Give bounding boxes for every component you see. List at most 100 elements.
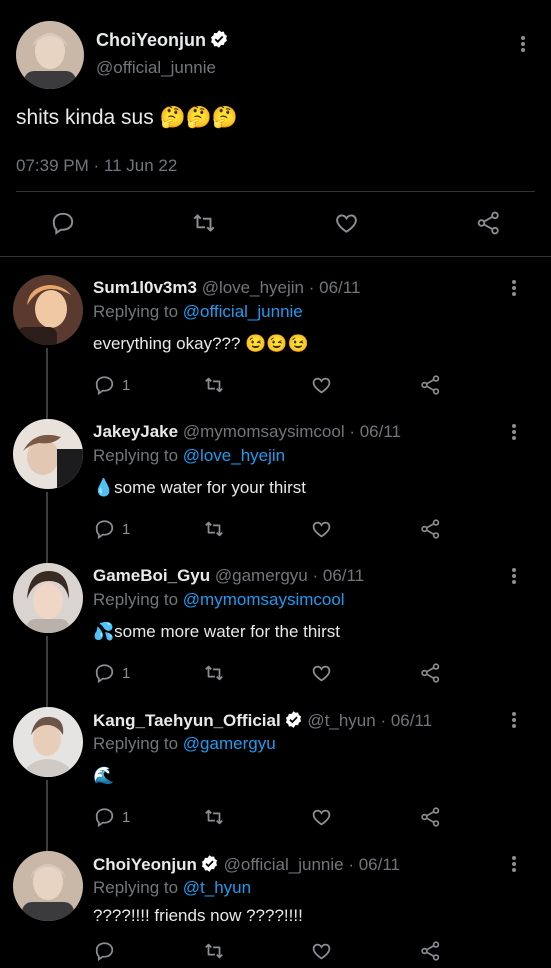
share-button[interactable] [419,806,442,828]
author-name[interactable]: Kang_Taehyun_Official [93,711,281,730]
reply-button[interactable]: 1 [93,806,130,828]
author-handle[interactable]: @gamergyu [215,566,308,585]
author-name[interactable]: ChoiYeonjun [93,855,197,874]
reply-date: · 06/11 [312,566,365,585]
like-icon [312,377,331,394]
reply-button[interactable] [93,940,122,962]
reply-count: 1 [122,664,131,682]
more-options-button[interactable] [506,278,522,298]
avatar[interactable] [13,851,83,921]
share-button[interactable] [419,374,442,396]
author-name[interactable]: JakeyJake [93,422,178,441]
author-name[interactable]: ChoiYeonjun [96,29,229,54]
like-button[interactable] [310,940,333,962]
replying-label: Replying to [93,878,179,897]
author-handle[interactable]: @official_junnie [96,58,216,78]
retweet-button[interactable] [202,662,226,684]
reply-action-bar: 1 [0,806,551,834]
main-action-bar [0,210,551,238]
retweet-icon [193,214,215,232]
avatar[interactable] [13,275,83,345]
avatar[interactable] [13,707,83,777]
like-button[interactable] [310,662,333,684]
like-button[interactable] [310,518,333,540]
reply-header: ChoiYeonjun @official_junnie · 06/11 [93,854,400,878]
reply-button[interactable] [50,210,76,236]
reply-button[interactable]: 1 [93,518,130,540]
retweet-button[interactable] [202,518,226,540]
avatar[interactable] [13,563,83,633]
reply-header: GameBoi_Gyu @gamergyu · 06/11 [93,566,364,586]
more-icon [512,568,516,572]
replying-to-link[interactable]: @gamergyu [183,734,276,753]
reply-icon [95,376,114,396]
share-button[interactable] [475,210,502,236]
reply-date: · 06/11 [308,278,361,297]
retweet-button[interactable] [202,940,226,962]
author-name-text: ChoiYeonjun [96,30,206,50]
reply-icon [95,808,114,828]
reply-count: 1 [122,808,131,826]
share-button[interactable] [419,940,442,962]
author-handle[interactable]: @love_hyejin [202,278,304,297]
more-options-button[interactable] [506,854,522,874]
reply-icon [95,942,114,962]
reply-text: 💦some more water for the thirst [93,622,340,641]
reply-header: Kang_Taehyun_Official @t_hyun · 06/11 [93,710,432,734]
author-name[interactable]: GameBoi_Gyu [93,566,210,585]
reply-button[interactable]: 1 [93,662,130,684]
reply-text: 🌊 [93,766,115,785]
reply-icon [95,664,114,684]
like-button[interactable] [333,210,360,236]
replying-to-link[interactable]: @t_hyun [183,878,251,897]
share-button[interactable] [419,662,442,684]
replying-to-link[interactable]: @official_junnie [183,302,303,321]
retweet-icon [205,521,223,537]
like-button[interactable] [310,806,333,828]
reply-date: · 06/11 [380,711,433,730]
replying-to: Replying to @gamergyu [93,734,276,754]
replying-to: Replying to @love_hyejin [93,446,285,466]
verified-icon [284,710,303,734]
reply-button[interactable]: 1 [93,374,130,396]
reply-action-bar [0,940,551,968]
retweet-button[interactable] [202,374,226,396]
divider [0,256,551,257]
tweet-timestamp[interactable]: 07:39 PM · 11 Jun 22 [16,156,177,176]
replying-label: Replying to [93,302,179,321]
reply-icon [52,212,74,235]
retweet-icon [205,943,223,959]
more-options-button[interactable] [515,34,531,54]
reply-text: 💧some water for your thirst [93,478,306,497]
reply-count: 1 [122,376,131,394]
author-handle[interactable]: @official_junnie [224,855,344,874]
replying-label: Replying to [93,590,179,609]
author-name[interactable]: Sum1l0v3m3 [93,278,197,297]
share-button[interactable] [419,518,442,540]
replying-to: Replying to @t_hyun [93,878,251,898]
retweet-button[interactable] [202,806,226,828]
avatar[interactable] [13,419,83,489]
more-options-button[interactable] [506,710,522,730]
retweet-icon [205,809,223,825]
reply-header: Sum1l0v3m3 @love_hyejin · 06/11 [93,278,360,298]
like-button[interactable] [310,374,333,396]
verified-icon [200,854,219,878]
share-icon [421,663,440,683]
like-icon [312,665,331,682]
like-icon [312,943,331,960]
avatar[interactable] [16,21,84,89]
author-handle[interactable]: @mymomsaysimcool [183,422,345,441]
more-options-button[interactable] [506,566,522,586]
replying-to-link[interactable]: @mymomsaysimcool [183,590,345,609]
share-icon [421,519,440,539]
retweet-icon [205,377,223,393]
reply-action-bar: 1 [0,374,551,402]
reply-text: everything okay??? 😉😉😉 [93,334,309,353]
replying-to-link[interactable]: @love_hyejin [183,446,285,465]
more-icon [512,280,516,284]
verified-icon [209,29,229,54]
more-options-button[interactable] [506,422,522,442]
author-handle[interactable]: @t_hyun [307,711,375,730]
retweet-button[interactable] [190,210,218,236]
